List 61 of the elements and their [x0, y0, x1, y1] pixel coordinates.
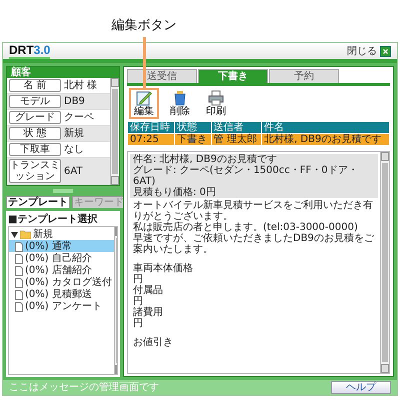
- folder-tab[interactable]: 送受信: [127, 69, 197, 83]
- table-cell: 07:25: [128, 134, 175, 146]
- body-line: 円: [133, 274, 144, 285]
- table-cell: 管 理太郎: [211, 134, 262, 146]
- column-header[interactable]: 保存日時: [128, 122, 175, 134]
- item-label: (0%) 見積郵送: [25, 289, 92, 300]
- tree-item[interactable]: (0%) カタログ送付: [9, 276, 114, 288]
- field-label: モデル: [9, 95, 61, 108]
- folder-label: 新規: [33, 229, 53, 240]
- field-label: トランスミッション: [9, 159, 61, 183]
- field-value: 6AT: [64, 166, 83, 176]
- panel-title: 顧客: [7, 67, 119, 78]
- close-label[interactable]: 閉じる: [347, 44, 377, 58]
- tree-item[interactable]: (0%) 見積郵送: [9, 288, 114, 300]
- column-header[interactable]: 状態: [174, 122, 212, 134]
- tree-item[interactable]: (0%) 自己紹介: [9, 252, 114, 264]
- tree-item[interactable]: (0%) 通常: [9, 240, 114, 252]
- body-line: 私は販売店の者と申します。(tel:03-3000-0000): [133, 222, 359, 233]
- status-text: ここはメッセージの管理画面です: [9, 382, 159, 393]
- item-label: (0%) 店舗紹介: [25, 265, 92, 276]
- help-button[interactable]: ヘルプ: [331, 381, 391, 394]
- toolbar-button[interactable]: 削除: [165, 88, 195, 119]
- field-value: DB9: [64, 96, 85, 107]
- logo: DRT3.0: [9, 43, 50, 59]
- item-label: (0%) アンケート: [25, 301, 102, 312]
- field-value: なし: [64, 144, 84, 155]
- item-label: (0%) 自己紹介: [25, 253, 92, 264]
- body-line: 付属品: [133, 285, 164, 296]
- header-line: 件名: 北村様, DB9のお見積です: [133, 154, 278, 165]
- tree-folder[interactable]: 新規: [9, 229, 114, 240]
- column-header[interactable]: 件名: [262, 122, 390, 134]
- field-label: グレード: [9, 111, 61, 124]
- table-row[interactable]: 07:25 下書き 管 理太郎 北村様, DB9のお見積です: [128, 134, 390, 146]
- body-line: 早速ですが、ご依頼いただきましたDB9のお見積をご案内いたします。: [133, 233, 375, 255]
- body-line: オートバイテル新車見積サービスをご利用いただき有りがとうございます。: [133, 200, 374, 222]
- tree-item[interactable]: (0%) アンケート: [9, 300, 114, 312]
- body-line: 車両本体価格: [133, 263, 194, 274]
- body-line: お値引き: [133, 337, 174, 348]
- item-label: (0%) カタログ送付: [25, 277, 112, 288]
- folder-tab[interactable]: 下書き: [198, 69, 268, 83]
- toolbar-button[interactable]: 印刷: [201, 88, 231, 119]
- field-label: 名 前: [9, 79, 61, 92]
- field-value: クーペ: [64, 112, 94, 123]
- table-cell: 北村様, DB9のお見積です: [262, 134, 390, 146]
- section-heading: ■テンプレート選択: [8, 213, 98, 226]
- field-label: 下取車: [9, 143, 61, 156]
- field-value: 北村 様: [64, 80, 98, 91]
- body-line: 円: [133, 296, 144, 307]
- body-line: 円: [133, 318, 144, 329]
- body-line: 諸費用: [133, 307, 164, 318]
- item-label: (0%) 通常: [25, 241, 72, 252]
- folder-tab[interactable]: 予約: [269, 69, 339, 83]
- tree-item[interactable]: (0%) 店舗紹介: [9, 264, 114, 276]
- annotation-label: 編集ボタン: [112, 17, 176, 34]
- field-value: 新規: [64, 128, 84, 139]
- header-line: グレード: クーペ(セダン・1500cc・FF・0ドア・6AT): [133, 165, 359, 187]
- panel-tab[interactable]: テンプレート: [6, 196, 70, 208]
- column-header[interactable]: 送信者: [211, 122, 262, 134]
- header-line: 見積もり価格: 0円: [133, 187, 217, 198]
- toolbar-button[interactable]: 編集: [129, 88, 159, 119]
- field-label: 状 態: [9, 127, 61, 140]
